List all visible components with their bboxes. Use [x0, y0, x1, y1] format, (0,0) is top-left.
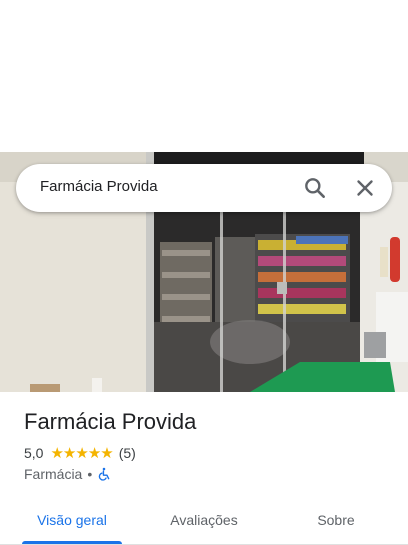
rating-value: 5,0 — [24, 445, 44, 461]
separator-dot: • — [87, 466, 93, 482]
tab-reviews[interactable]: Avaliações — [154, 496, 254, 544]
wheelchair-icon — [97, 467, 111, 481]
tab-overview[interactable]: Visão geral — [22, 496, 122, 544]
review-count[interactable]: (5) — [119, 445, 136, 461]
tab-about[interactable]: Sobre — [286, 496, 386, 544]
rating-row[interactable]: 5,0 ★ ★ ★ ★ ★ (5) — [24, 444, 136, 462]
category-row: Farmácia • — [24, 465, 111, 483]
star-icon: ★ — [100, 444, 113, 462]
star-icon: ★ — [75, 444, 88, 462]
top-blank-area — [0, 0, 408, 152]
search-bar[interactable]: Farmácia Provida — [16, 164, 392, 212]
place-name: Farmácia Provida — [24, 409, 197, 434]
star-icon: ★ — [62, 444, 76, 462]
search-query[interactable]: Farmácia Provida — [40, 178, 158, 195]
star-rating: ★ ★ ★ ★ ★ — [50, 444, 113, 462]
star-icon: ★ — [50, 444, 63, 462]
star-icon: ★ — [87, 444, 101, 462]
search-icon[interactable] — [302, 175, 328, 201]
place-category: Farmácia — [24, 466, 83, 482]
tab-bar: Visão geral Avaliações Sobre — [0, 496, 408, 545]
close-icon[interactable] — [352, 175, 378, 201]
